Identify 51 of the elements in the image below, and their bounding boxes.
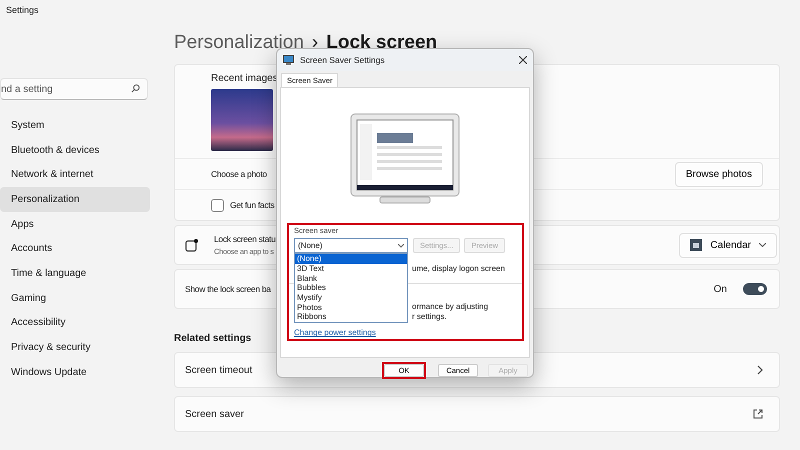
- setting-label: Screen timeout: [185, 364, 252, 378]
- sidebar-item[interactable]: Personalization: [0, 187, 150, 212]
- checkbox[interactable]: [211, 198, 224, 212]
- sidebar-item[interactable]: Privacy & security: [0, 335, 150, 360]
- choose-photo-label: Choose a photo: [211, 168, 267, 180]
- dropdown-option[interactable]: Blank: [295, 274, 407, 284]
- power-text: ormance by adjusting: [412, 302, 488, 312]
- close-icon[interactable]: [519, 56, 527, 64]
- sidebar-item[interactable]: Time & language: [0, 261, 150, 286]
- sidebar-item[interactable]: Gaming: [0, 286, 150, 310]
- sidebar-item[interactable]: Accounts: [0, 236, 150, 262]
- power-settings-link[interactable]: Change power settings: [294, 328, 376, 338]
- chevron-right-icon: [757, 365, 763, 375]
- dropdown-option[interactable]: Ribbons: [295, 312, 407, 322]
- status-title: Lock screen statu: [214, 233, 276, 246]
- setting-label: Screen saver: [185, 408, 244, 422]
- photo-placeholder[interactable]: [211, 89, 273, 151]
- setting-link-card[interactable]: Screen saver: [174, 396, 780, 432]
- dropdown-option[interactable]: Bubbles: [295, 283, 407, 293]
- app-dropdown[interactable]: Calendar: [679, 232, 777, 258]
- dropdown-option[interactable]: 3D Text: [295, 264, 407, 274]
- show-background-label: Show the lock screen ba: [185, 282, 271, 296]
- search-icon: [131, 84, 140, 93]
- sidebar-item[interactable]: Network & internet: [0, 162, 150, 188]
- sidebar-item[interactable]: Accessibility: [0, 310, 150, 336]
- sidebar-item[interactable]: Windows Update: [0, 360, 150, 385]
- power-text: r settings.: [412, 312, 447, 322]
- dropdown-option[interactable]: Photos: [295, 302, 407, 312]
- section-heading: Related settings: [174, 332, 252, 346]
- window-title: Settings: [6, 5, 39, 15]
- sidebar-item[interactable]: System: [0, 113, 150, 138]
- browse-photos-button[interactable]: Browse photos: [674, 162, 763, 186]
- search-field[interactable]: nd a setting: [0, 78, 148, 100]
- resume-text: ume, display logon screen: [412, 264, 505, 274]
- fun-facts-label: Get fun facts: [230, 198, 274, 212]
- sidebar-item[interactable]: Bluetooth & devices: [0, 138, 150, 162]
- screen-saver-dropdown[interactable]: (None): [294, 238, 408, 254]
- toggle-switch[interactable]: [743, 283, 767, 295]
- dropdown-option[interactable]: (None): [295, 254, 407, 264]
- calendar-icon: [690, 239, 702, 251]
- chevron-down-icon: [759, 243, 766, 247]
- dropdown-option[interactable]: Mystify: [295, 293, 407, 303]
- external-link-icon: [753, 409, 763, 419]
- toggle-state-label: On: [714, 282, 727, 296]
- sidebar-item[interactable]: Apps: [0, 212, 150, 236]
- breadcrumb-separator: ›: [312, 30, 318, 55]
- monitor-icon: [283, 54, 294, 66]
- widget-icon: [185, 238, 198, 252]
- recent-images-label: Recent images: [211, 72, 278, 86]
- chevron-down-icon: [398, 244, 404, 248]
- page-title: Lock screen: [326, 30, 438, 55]
